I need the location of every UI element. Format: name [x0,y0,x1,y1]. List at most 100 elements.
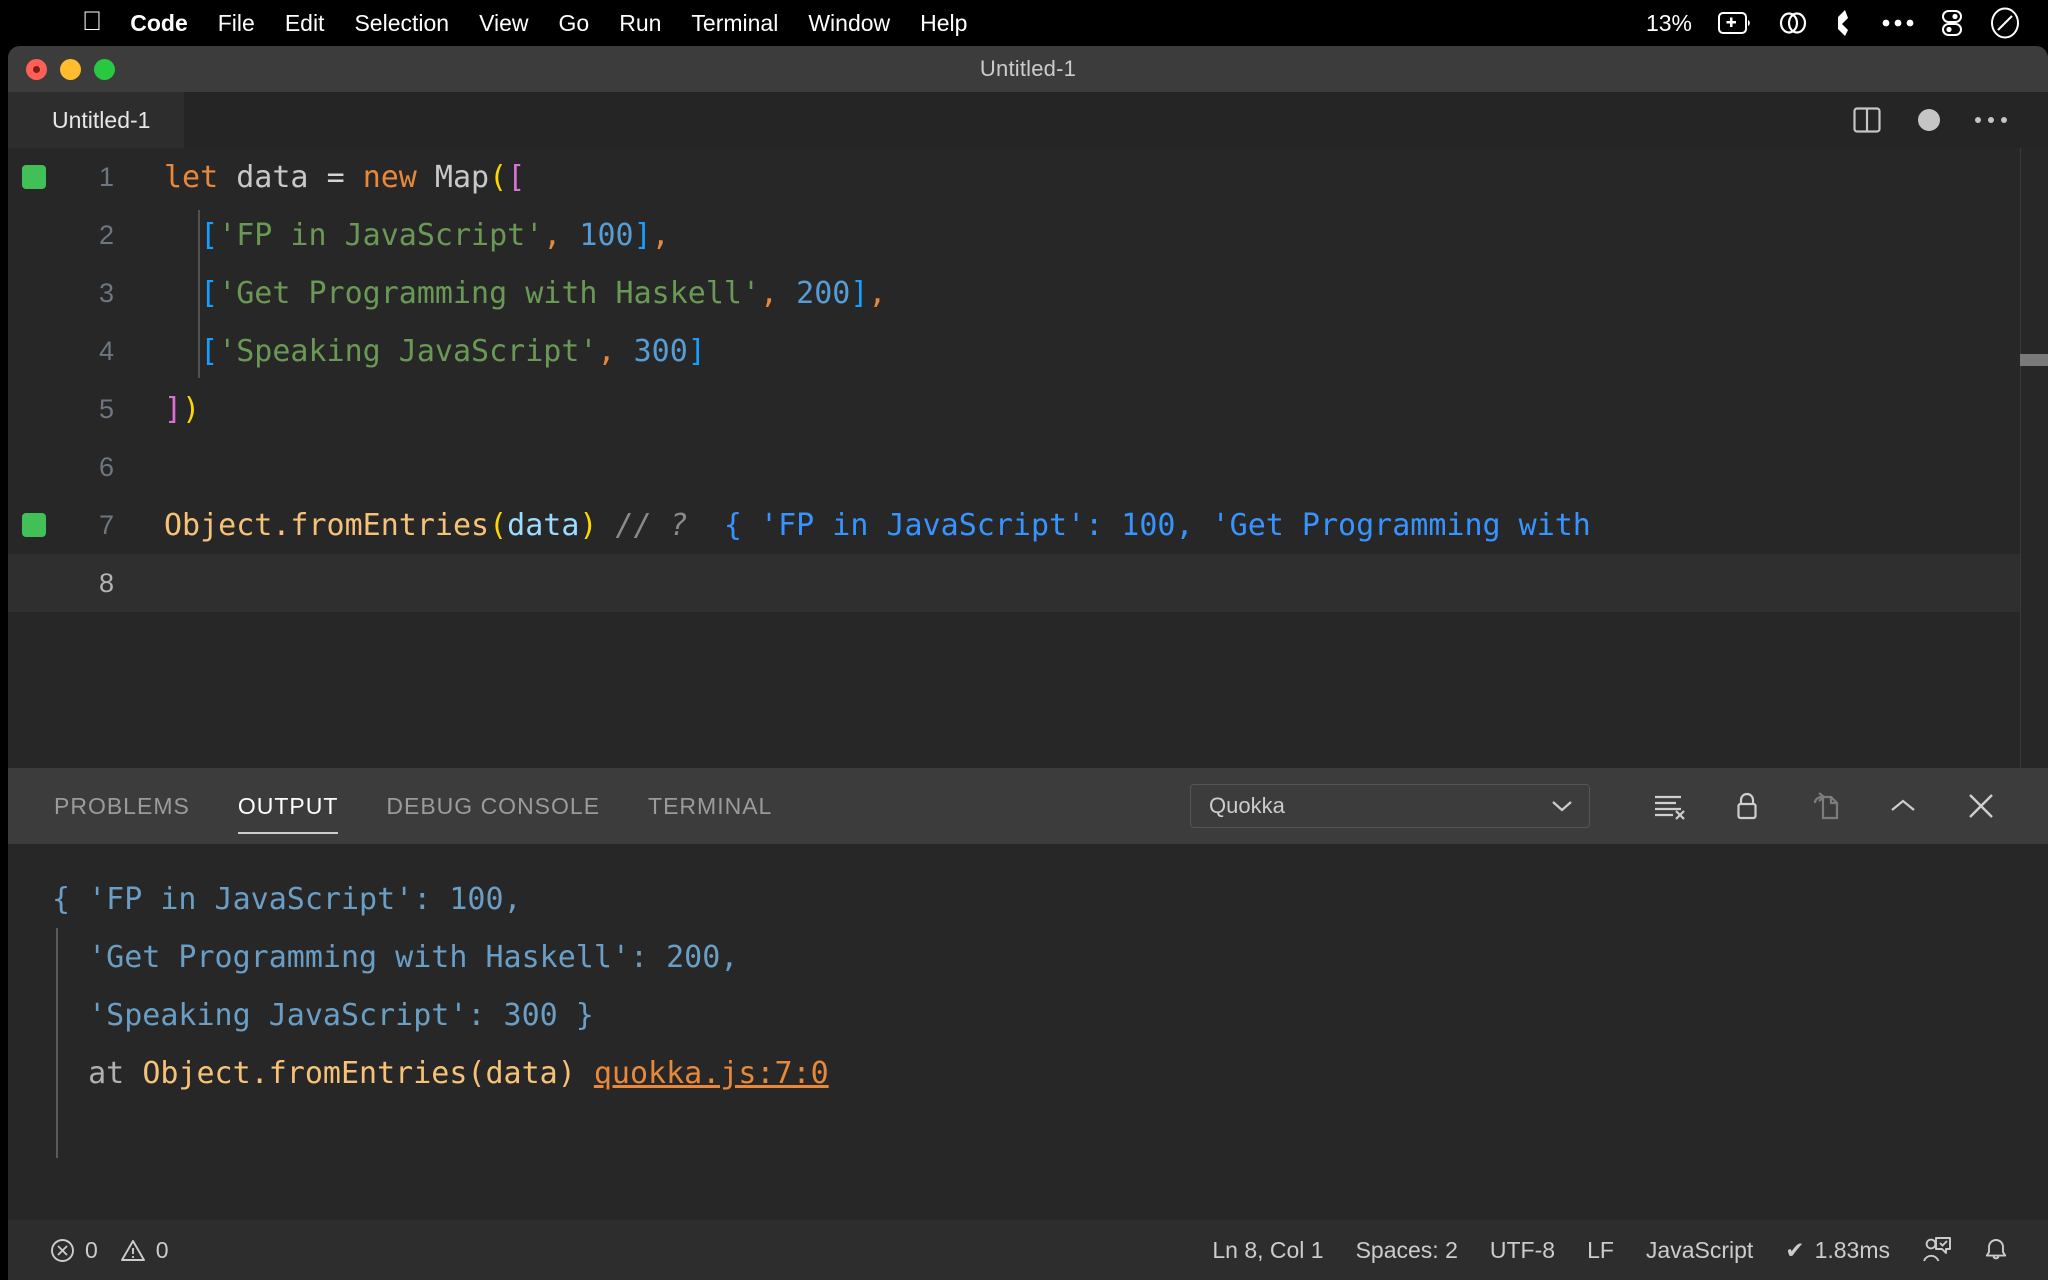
output-function-label: Object.fromEntries(data) [142,1056,594,1091]
menu-item-run[interactable]: Run [619,10,661,37]
menu-item-file[interactable]: File [218,10,255,37]
status-quokka-runtime[interactable]: ✔ 1.83ms [1769,1220,1906,1280]
tab-problems[interactable]: PROBLEMS [54,768,190,844]
code-line-8[interactable]: 8 [8,554,2048,612]
menu-item-help[interactable]: Help [920,10,967,37]
minimize-button[interactable] [60,59,81,80]
token-comma: , [597,334,615,369]
editor-scrollbar-thumb[interactable] [2020,354,2048,366]
turn-auto-scrolling-off-icon[interactable] [1708,768,1786,844]
token-bracket-paren-1: ( [489,160,507,195]
output-channel-value: Quokka [1209,793,1285,819]
tab-debug-console-label: DEBUG CONSOLE [386,793,600,820]
battery-percentage[interactable]: 13% [1646,10,1692,37]
status-feedback[interactable] [1906,1220,1968,1280]
bottom-panel: PROBLEMS OUTPUT DEBUG CONSOLE TERMINAL Q… [8,768,2048,1220]
code-line-6[interactable]: 6 [8,438,2048,496]
status-problems[interactable]: 0 0 [34,1220,185,1280]
token-comma: , [760,276,778,311]
tab-output[interactable]: OUTPUT [238,768,339,844]
token-argument-data: data [507,508,579,543]
clear-output-icon[interactable] [1630,768,1708,844]
status-encoding[interactable]: UTF-8 [1474,1220,1571,1280]
output-value-text: 'Get Programming with Haskell': 200, [52,940,738,975]
open-output-in-editor-icon[interactable] [1786,768,1864,844]
token-bracket-open: [ [200,276,218,311]
output-line-1: { 'FP in JavaScript': 100, [52,870,2048,928]
token-bracket-close: ] [634,218,652,253]
quokka-live-marker-icon [22,513,46,537]
status-eol[interactable]: LF [1571,1220,1630,1280]
token-bracket-paren-close: ) [182,392,200,427]
feedback-person-icon [1922,1236,1952,1264]
editor-tab-untitled-1[interactable]: Untitled-1 [8,92,184,148]
output-source-link[interactable]: quokka.js:7:0 [594,1056,829,1091]
status-indentation[interactable]: Spaces: 2 [1340,1220,1474,1280]
window-traffic-lights [26,46,115,92]
output-line-4: at Object.fromEntries(data) quokka.js:7:… [52,1044,2048,1102]
menu-item-view[interactable]: View [479,10,528,37]
battery-charging-icon[interactable] [1718,12,1752,34]
token-bracket-open: ( [489,508,507,543]
status-cursor-position[interactable]: Ln 8, Col 1 [1196,1220,1339,1280]
ellipsis-icon[interactable] [1882,18,1914,28]
status-warning-count: 0 [156,1237,169,1264]
vscode-window: Untitled-1 Untitled-1 [8,46,2048,1280]
token-identifier-data: data [218,160,326,195]
output-channel-select[interactable]: Quokka [1190,784,1590,828]
code-line-1[interactable]: 1 let data = new Map([ [8,148,2048,206]
do-not-disturb-icon[interactable] [1990,7,2020,39]
line-number: 5 [8,394,142,425]
dropbox-icon[interactable] [1834,9,1856,37]
tab-terminal[interactable]: TERMINAL [648,768,772,844]
token-keyword-new: new [363,160,417,195]
menu-item-window[interactable]: Window [808,10,890,37]
code-line-2[interactable]: 2 ['FP in JavaScript', 100], [8,206,2048,264]
link-chain-icon[interactable] [1778,10,1808,36]
unsaved-dot-icon[interactable] [1898,92,1960,148]
menu-item-terminal[interactable]: Terminal [691,10,778,37]
line-number: 3 [8,278,142,309]
output-line-3: 'Speaking JavaScript': 300 } [52,986,2048,1044]
error-circle-icon [50,1238,75,1263]
code-line-content: ['FP in JavaScript', 100], [142,218,2048,253]
editor-overview-ruler[interactable] [2020,148,2048,768]
panel-header: PROBLEMS OUTPUT DEBUG CONSOLE TERMINAL Q… [8,768,2048,844]
apple-logo-icon[interactable]:  [82,8,102,35]
maximize-panel-icon[interactable] [1864,768,1942,844]
tab-debug-console[interactable]: DEBUG CONSOLE [386,768,600,844]
menu-item-edit[interactable]: Edit [285,10,325,37]
status-notifications[interactable] [1968,1220,2024,1280]
token-class-map: Map [417,160,489,195]
line-number: 4 [8,336,142,367]
maximize-button[interactable] [94,59,115,80]
close-button[interactable] [26,59,47,80]
menu-item-code[interactable]: Code [130,10,188,37]
status-language-mode[interactable]: JavaScript [1630,1220,1769,1280]
code-line-7[interactable]: 7 Object.fromEntries(data) // ? { 'FP in… [8,496,2048,554]
code-editor[interactable]: 1 let data = new Map([ 2 ['FP in JavaScr… [8,148,2048,768]
token-function-fromentries: Object.fromEntries [164,508,489,543]
code-line-4[interactable]: 4 ['Speaking JavaScript', 300] [8,322,2048,380]
token-bracket-close: ] [850,276,868,311]
output-panel-content[interactable]: { 'FP in JavaScript': 100, 'Get Programm… [8,844,2048,1220]
line-number: 6 [8,452,142,483]
status-bar: 0 0 Ln 8, Col 1 Spaces: 2 UTF-8 LF JavaS… [8,1220,2048,1280]
status-bar-left: 0 0 [34,1220,185,1280]
token-bracket-open: [ [200,334,218,369]
token-string: 'FP in JavaScript' [218,218,543,253]
menu-item-selection[interactable]: Selection [354,10,449,37]
menu-item-go[interactable]: Go [559,10,590,37]
more-actions-icon[interactable] [1960,92,2022,148]
code-line-3[interactable]: 3 ['Get Programming with Haskell', 200], [8,264,2048,322]
editor-tab-bar: Untitled-1 [8,92,2048,148]
control-center-icon[interactable] [1940,9,1964,37]
token-indent [164,334,200,369]
code-line-5[interactable]: 5 ]) [8,380,2048,438]
token-comment-quokka-marker: // ? [597,508,687,543]
panel-action-buttons [1630,768,2048,844]
close-panel-icon[interactable] [1942,768,2020,844]
token-keyword-let: let [164,160,218,195]
editor-tab-actions [1836,92,2048,148]
split-editor-icon[interactable] [1836,92,1898,148]
